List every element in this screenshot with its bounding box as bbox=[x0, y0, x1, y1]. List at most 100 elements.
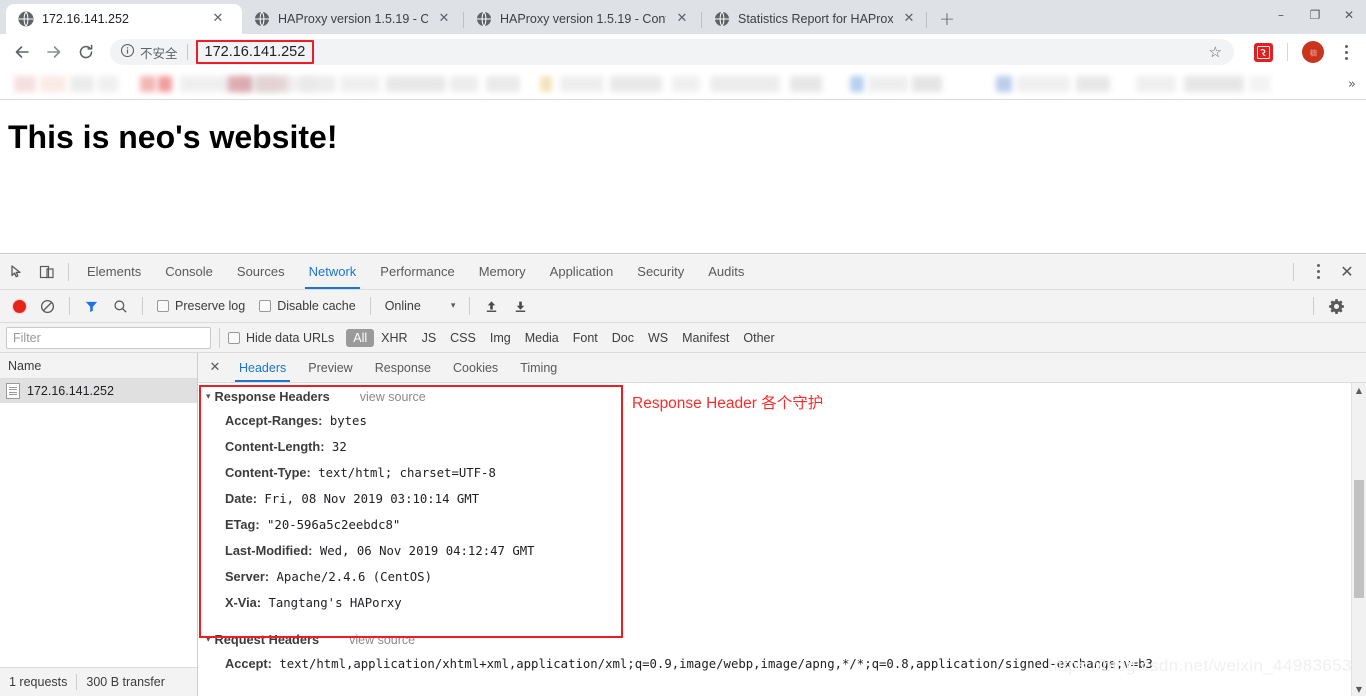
bookmark-item[interactable] bbox=[256, 76, 288, 92]
extension-icon[interactable] bbox=[1254, 42, 1273, 62]
detail-tab-timing[interactable]: Timing bbox=[509, 353, 568, 382]
browser-tab-2[interactable]: HAProxy version 1.5.19 - Confi ✕ bbox=[242, 4, 464, 34]
security-indicator[interactable]: 不安全 bbox=[120, 43, 178, 62]
devtools-close-icon[interactable]: ✕ bbox=[1330, 255, 1364, 289]
bookmark-item[interactable] bbox=[40, 76, 66, 92]
bookmark-item[interactable] bbox=[912, 76, 942, 92]
request-headers-section-title[interactable]: ▾ Request Headers view source bbox=[198, 626, 1366, 651]
inspect-element-icon[interactable] bbox=[2, 256, 32, 288]
table-row[interactable]: 172.16.141.252 bbox=[0, 379, 197, 403]
filter-funnel-icon[interactable] bbox=[77, 293, 106, 319]
bookmark-item[interactable] bbox=[14, 76, 36, 92]
bookmark-item[interactable] bbox=[228, 76, 252, 92]
devtools-tab-network[interactable]: Network bbox=[297, 255, 369, 289]
detail-tab-headers[interactable]: Headers bbox=[228, 353, 297, 382]
filter-type-all[interactable]: All bbox=[346, 328, 375, 347]
profile-avatar[interactable]: 糖 bbox=[1302, 41, 1324, 63]
scrollbar-thumb[interactable] bbox=[1354, 480, 1364, 598]
devtools-menu-button[interactable] bbox=[1306, 259, 1330, 285]
browser-menu-button[interactable] bbox=[1334, 39, 1358, 65]
filter-type-media[interactable]: Media bbox=[518, 329, 566, 347]
bookmark-item[interactable] bbox=[672, 76, 700, 92]
detail-tab-response[interactable]: Response bbox=[364, 353, 442, 382]
devtools-tab-console[interactable]: Console bbox=[153, 255, 225, 289]
tab-close-icon[interactable]: ✕ bbox=[210, 11, 226, 27]
detail-close-icon[interactable]: ✕ bbox=[202, 355, 228, 381]
preserve-log-checkbox[interactable]: Preserve log bbox=[150, 293, 252, 319]
filter-type-img[interactable]: Img bbox=[483, 329, 518, 347]
bookmarks-bar[interactable]: » bbox=[0, 70, 1366, 100]
record-button[interactable] bbox=[6, 293, 33, 319]
bookmark-item[interactable] bbox=[868, 76, 908, 92]
bookmark-item[interactable] bbox=[1016, 76, 1070, 92]
tab-close-icon[interactable]: ✕ bbox=[674, 11, 690, 27]
bookmarks-overflow-button[interactable]: » bbox=[1348, 77, 1356, 92]
bookmark-item[interactable] bbox=[180, 76, 232, 92]
url-text[interactable]: 172.16.141.252 bbox=[195, 40, 315, 64]
bookmark-item[interactable] bbox=[996, 76, 1012, 92]
tab-close-icon[interactable]: ✕ bbox=[901, 11, 917, 27]
devtools-tab-application[interactable]: Application bbox=[538, 255, 626, 289]
browser-tab-4[interactable]: Statistics Report for HAProxy ✕ bbox=[702, 4, 927, 34]
forward-button[interactable] bbox=[40, 38, 68, 66]
filter-type-other[interactable]: Other bbox=[736, 329, 781, 347]
bookmark-item[interactable] bbox=[1136, 76, 1176, 92]
browser-tab-3[interactable]: HAProxy version 1.5.19 - Conf ✕ bbox=[464, 4, 702, 34]
bookmark-item[interactable] bbox=[1250, 76, 1270, 92]
bookmark-item[interactable] bbox=[340, 76, 380, 92]
bookmark-item[interactable] bbox=[98, 76, 118, 92]
browser-tab-1[interactable]: 172.16.141.252 ✕ bbox=[6, 4, 242, 34]
bookmark-item[interactable] bbox=[486, 76, 520, 92]
address-bar[interactable]: 不安全 172.16.141.252 ☆ bbox=[110, 39, 1234, 65]
detail-tab-preview[interactable]: Preview bbox=[297, 353, 363, 382]
devtools-tab-audits[interactable]: Audits bbox=[696, 255, 756, 289]
tab-close-icon[interactable]: ✕ bbox=[436, 11, 452, 27]
gear-icon[interactable] bbox=[1321, 293, 1352, 319]
bookmark-item[interactable] bbox=[540, 76, 552, 92]
throttling-select[interactable]: Online ▾ bbox=[378, 293, 463, 319]
bookmark-item[interactable] bbox=[158, 76, 172, 92]
minimize-button[interactable]: – bbox=[1264, 0, 1298, 30]
filter-type-js[interactable]: JS bbox=[415, 329, 444, 347]
bookmark-item[interactable] bbox=[710, 76, 780, 92]
bookmark-item[interactable] bbox=[1076, 76, 1110, 92]
device-toolbar-icon[interactable] bbox=[32, 256, 62, 288]
view-source-link[interactable]: view source bbox=[360, 390, 426, 404]
filter-type-xhr[interactable]: XHR bbox=[374, 329, 414, 347]
bookmark-item[interactable] bbox=[140, 76, 156, 92]
bookmark-item[interactable] bbox=[850, 76, 864, 92]
clear-icon[interactable] bbox=[33, 293, 62, 319]
reload-button[interactable] bbox=[72, 38, 100, 66]
filter-type-manifest[interactable]: Manifest bbox=[675, 329, 736, 347]
new-tab-button[interactable]: + bbox=[933, 5, 961, 33]
bookmark-item[interactable] bbox=[70, 76, 94, 92]
hide-data-urls-checkbox[interactable]: Hide data URLs bbox=[228, 331, 334, 345]
bookmark-item[interactable] bbox=[790, 76, 822, 92]
disable-cache-checkbox[interactable]: Disable cache bbox=[252, 293, 363, 319]
filter-type-css[interactable]: CSS bbox=[443, 329, 483, 347]
bookmark-item[interactable] bbox=[450, 76, 478, 92]
upload-har-icon[interactable] bbox=[477, 293, 506, 319]
star-icon[interactable]: ☆ bbox=[1209, 43, 1222, 61]
search-icon[interactable] bbox=[106, 293, 135, 319]
scroll-up-arrow[interactable]: ▲ bbox=[1352, 383, 1366, 397]
devtools-tab-performance[interactable]: Performance bbox=[368, 255, 466, 289]
bookmark-item[interactable] bbox=[560, 76, 604, 92]
restore-button[interactable]: ❐ bbox=[1298, 0, 1332, 30]
search-input[interactable]: Filter bbox=[6, 326, 211, 349]
bookmark-item[interactable] bbox=[1184, 76, 1244, 92]
devtools-tab-sources[interactable]: Sources bbox=[225, 255, 297, 289]
download-har-icon[interactable] bbox=[506, 293, 535, 319]
devtools-tab-elements[interactable]: Elements bbox=[75, 255, 153, 289]
filter-type-font[interactable]: Font bbox=[566, 329, 605, 347]
scroll-down-arrow[interactable]: ▼ bbox=[1352, 682, 1366, 696]
devtools-tab-memory[interactable]: Memory bbox=[467, 255, 538, 289]
devtools-tab-security[interactable]: Security bbox=[625, 255, 696, 289]
scrollbar-vertical[interactable]: ▲ ▼ bbox=[1351, 383, 1366, 696]
bookmark-item[interactable] bbox=[386, 76, 446, 92]
detail-tab-cookies[interactable]: Cookies bbox=[442, 353, 509, 382]
close-window-button[interactable]: ✕ bbox=[1332, 0, 1366, 30]
filter-type-ws[interactable]: WS bbox=[641, 329, 675, 347]
bookmark-item[interactable] bbox=[300, 76, 336, 92]
back-button[interactable] bbox=[8, 38, 36, 66]
